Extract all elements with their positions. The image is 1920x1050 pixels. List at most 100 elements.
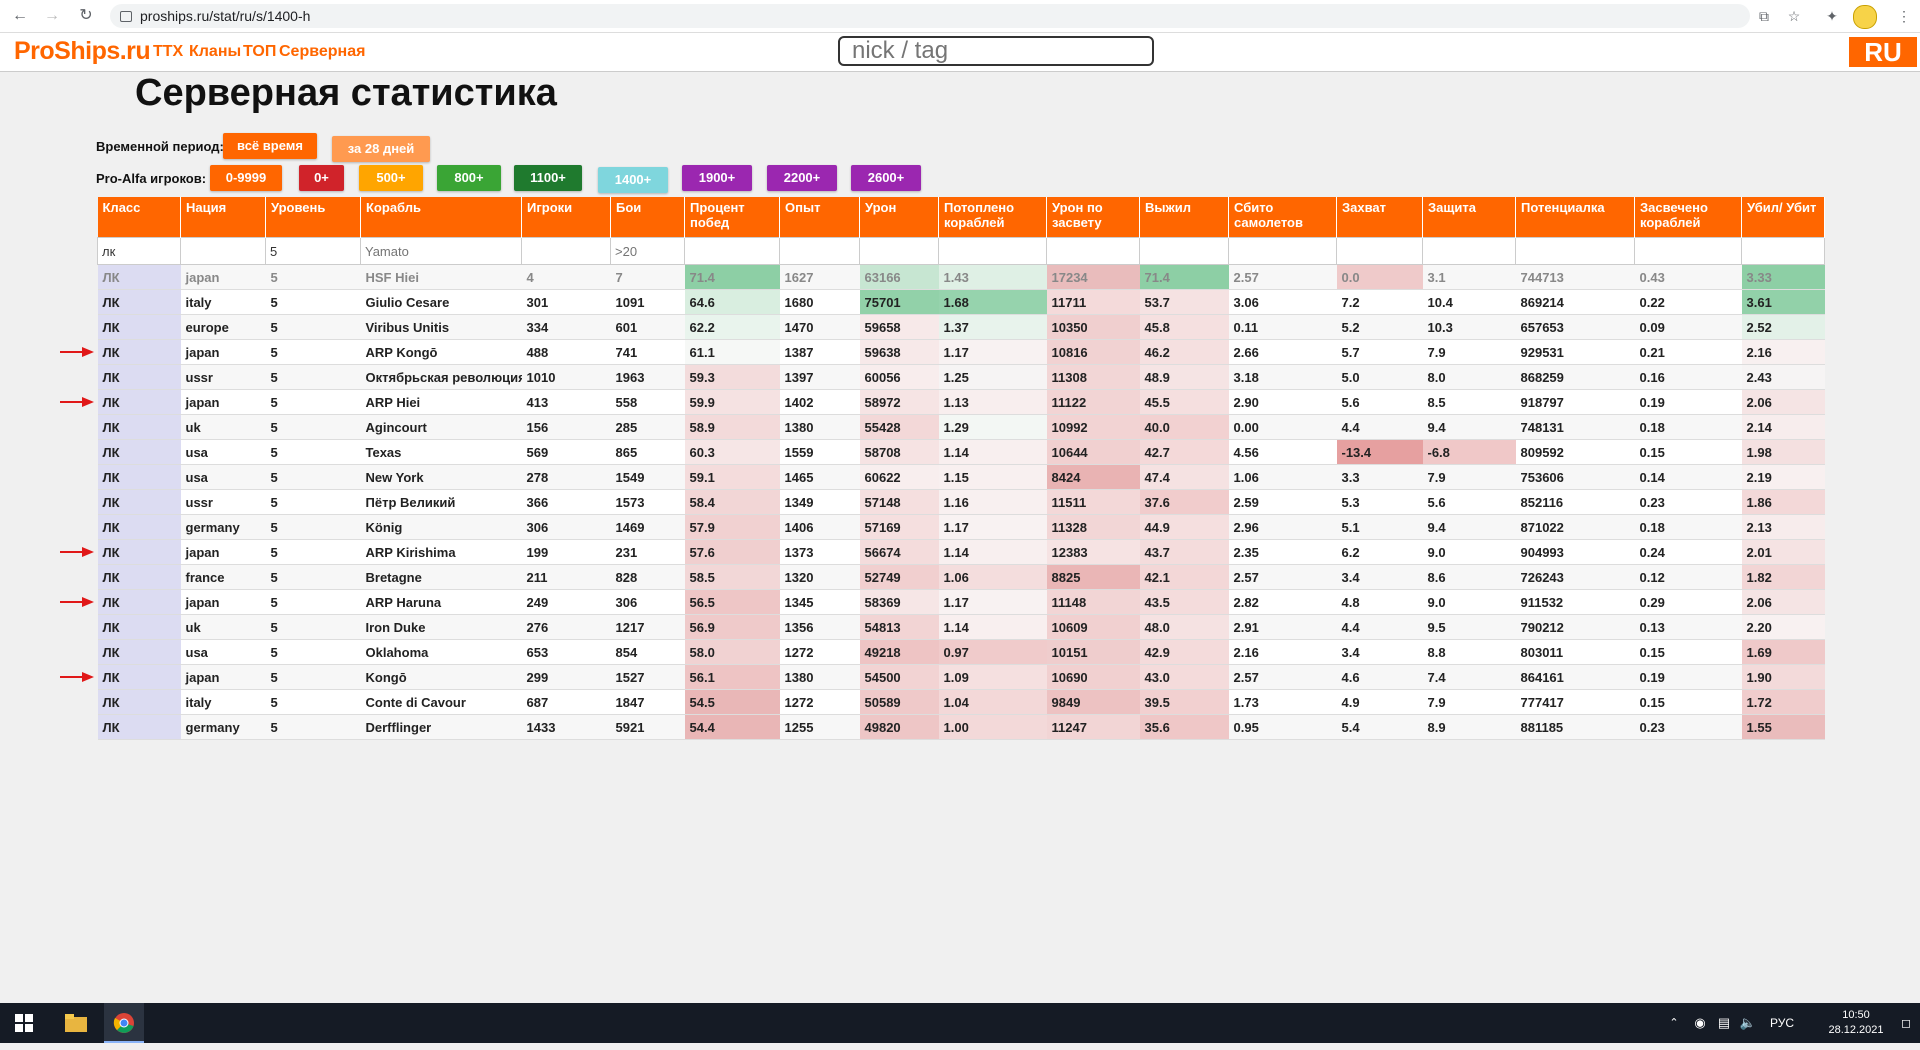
table-row[interactable]: ЛК france 5 Bretagne 211 828 58.5 1320 52749 1.06…	[97, 564, 1825, 590]
skill-button-6[interactable]: 1900+	[682, 165, 752, 191]
address-bar[interactable]: proships.ru/stat/ru/s/1400-h	[110, 4, 1750, 28]
column-filter-input-4[interactable]	[522, 239, 610, 263]
table-row[interactable]: ЛК germany 5 Derfflinger 1433 5921 54.4 1255 498…	[97, 714, 1825, 740]
table-row[interactable]: ЛК germany 5 König 306 1469 57.9 1406 57169 1.17 1…	[97, 514, 1825, 540]
column-filter-input-7[interactable]	[780, 239, 859, 263]
table-row[interactable]: ЛК usa 5 Oklahoma 653 854 58.0 1272 49218 0.97 101…	[97, 639, 1825, 665]
menu-link-clans[interactable]: Кланы	[189, 43, 241, 61]
skill-button-4[interactable]: 1100+	[514, 165, 582, 191]
table-row[interactable]: ЛК ussr 5 Пётр Великий 366 1573 58.4 1349 57148 1…	[97, 489, 1825, 515]
menu-link-server[interactable]: Серверная	[279, 43, 365, 61]
column-filter-input-11[interactable]	[1140, 239, 1228, 263]
column-filter-input-15[interactable]	[1516, 239, 1634, 263]
table-row[interactable]: ЛК usa 5 Texas 569 865 60.3 1559 58708 1.14 10644 4…	[97, 439, 1825, 465]
column-filter-input-1[interactable]	[181, 239, 265, 263]
profile-icon[interactable]	[1853, 5, 1877, 29]
skill-button-3[interactable]: 800+	[437, 165, 501, 191]
table-row[interactable]: ЛК italy 5 Giulio Cesare 301 1091 64.6 1680 7570…	[97, 289, 1825, 315]
skill-button-7[interactable]: 2200+	[767, 165, 837, 191]
skill-button-8[interactable]: 2600+	[851, 165, 921, 191]
table-cell: 58.0	[684, 639, 780, 665]
file-explorer-icon[interactable]	[56, 1003, 96, 1043]
column-header-8[interactable]: Урон	[859, 197, 939, 238]
column-header-3[interactable]: Корабль	[360, 197, 522, 238]
notifications-icon[interactable]: ◻	[1896, 1003, 1916, 1043]
table-cell: 1091	[610, 289, 685, 315]
column-header-11[interactable]: Выжил	[1139, 197, 1229, 238]
column-filter-input-0[interactable]	[98, 239, 180, 263]
column-filter-input-10[interactable]	[1047, 239, 1139, 263]
table-row[interactable]: ЛК japan 5 ARP Kirishima 199 231 57.6 1373 56674…	[97, 539, 1825, 565]
table-row[interactable]: ЛК japan 5 ARP Kongō 488 741 61.1 1387 59638 1.17…	[97, 339, 1825, 365]
puzzle-icon[interactable]: ✦	[1820, 4, 1844, 28]
column-header-1[interactable]: Нация	[180, 197, 266, 238]
table-row[interactable]: ЛК italy 5 Conte di Cavour 687 1847 54.5 1272 50…	[97, 689, 1825, 715]
menu-link-top[interactable]: ТОП	[243, 43, 276, 61]
column-filter-input-13[interactable]	[1337, 239, 1422, 263]
column-filter-input-2[interactable]	[266, 239, 360, 263]
table-row[interactable]: ЛК uk 5 Agincourt 156 285 58.9 1380 55428 1.29 109…	[97, 414, 1825, 440]
share-icon[interactable]: ⧉	[1752, 4, 1776, 28]
table-row[interactable]: ЛК japan 5 HSF Hiei 4 7 71.4 1627 63166 1.43 17234…	[97, 264, 1825, 290]
column-header-5[interactable]: Бои	[610, 197, 685, 238]
menu-dots-icon[interactable]: ⋮	[1892, 4, 1916, 28]
volume-icon[interactable]: 🔈	[1738, 1003, 1758, 1043]
menu-link-ttx[interactable]: ТТХ	[153, 43, 183, 61]
column-header-7[interactable]: Опыт	[779, 197, 860, 238]
windows-icon[interactable]	[0, 1003, 48, 1043]
forward-icon[interactable]: →	[40, 4, 64, 28]
column-header-9[interactable]: Потоплено кораблей	[938, 197, 1047, 238]
skill-button-2[interactable]: 500+	[359, 165, 423, 191]
column-header-13[interactable]: Захват	[1336, 197, 1423, 238]
input-language[interactable]: РУС	[1764, 1003, 1800, 1043]
table-row[interactable]: ЛК usa 5 New York 278 1549 59.1 1465 60622 1.15 84…	[97, 464, 1825, 490]
chrome-icon[interactable]	[104, 1003, 144, 1043]
table-row[interactable]: ЛК japan 5 Kongō 299 1527 56.1 1380 54500 1.09 106…	[97, 664, 1825, 690]
column-filter-input-8[interactable]	[860, 239, 938, 263]
chevron-up-icon[interactable]: ⌃	[1664, 1003, 1684, 1043]
table-body: ЛК japan 5 HSF Hiei 4 7 71.4 1627 63166 1.43 17234…	[97, 264, 1825, 740]
table-row[interactable]: ЛК japan 5 ARP Haruna 249 306 56.5 1345 58369 1.1…	[97, 589, 1825, 615]
column-header-2[interactable]: Уровень	[265, 197, 361, 238]
player-search-input[interactable]	[838, 36, 1154, 66]
back-icon[interactable]: ←	[8, 4, 32, 28]
column-header-12[interactable]: Сбито самолетов	[1228, 197, 1337, 238]
column-header-4[interactable]: Игроки	[521, 197, 611, 238]
column-header-10[interactable]: Урон по засвету	[1046, 197, 1140, 238]
column-filter-input-16[interactable]	[1635, 239, 1741, 263]
table-row[interactable]: ЛК europe 5 Viribus Unitis 334 601 62.2 1470 596…	[97, 314, 1825, 340]
clock[interactable]: 10:50 28.12.2021	[1806, 1003, 1906, 1043]
column-filter-input-3[interactable]	[361, 239, 521, 263]
skill-button-1[interactable]: 0+	[299, 165, 344, 191]
table-row[interactable]: ЛК japan 5 ARP Hiei 413 558 59.9 1402 58972 1.13 1…	[97, 389, 1825, 415]
column-header-15[interactable]: Потенциалка	[1515, 197, 1635, 238]
skill-button-0[interactable]: 0-9999	[210, 165, 282, 191]
column-header-0[interactable]: Класс	[97, 197, 181, 238]
column-header-14[interactable]: Защита	[1422, 197, 1516, 238]
column-header-6[interactable]: Процент побед	[684, 197, 780, 238]
reload-icon[interactable]: ↻	[74, 4, 98, 28]
site-logo[interactable]: ProShips.ru	[14, 37, 151, 66]
table-cell: 726243	[1515, 564, 1635, 590]
steam-icon[interactable]: ◉	[1690, 1003, 1710, 1043]
table-cell: 1.04	[938, 689, 1047, 715]
column-header-17[interactable]: Убил/ Убит	[1741, 197, 1825, 238]
star-icon[interactable]: ☆	[1782, 4, 1806, 28]
period-button-0[interactable]: всё время	[223, 133, 317, 159]
table-row[interactable]: ЛК uk 5 Iron Duke 276 1217 56.9 1356 54813 1.14 10…	[97, 614, 1825, 640]
table-cell: 57.9	[684, 514, 780, 540]
column-filter-input-5[interactable]	[611, 239, 684, 263]
column-filter-input-14[interactable]	[1423, 239, 1515, 263]
column-filter-input-9[interactable]	[939, 239, 1046, 263]
table-row[interactable]: ЛК ussr 5 Октябрьская революция 1010 1963 59.3…	[97, 364, 1825, 390]
network-icon[interactable]: ▤	[1714, 1003, 1734, 1043]
period-button-1[interactable]: за 28 дней	[332, 136, 430, 162]
column-header-16[interactable]: Засвечено кораблей	[1634, 197, 1742, 238]
skill-button-5[interactable]: 1400+	[598, 167, 668, 193]
language-button[interactable]: RU	[1849, 37, 1917, 67]
column-filter-input-6[interactable]	[685, 239, 779, 263]
column-filter-input-12[interactable]	[1229, 239, 1336, 263]
table-cell: 58.4	[684, 489, 780, 515]
table-cell: 5	[265, 664, 361, 690]
column-filter-input-17[interactable]	[1742, 239, 1824, 263]
